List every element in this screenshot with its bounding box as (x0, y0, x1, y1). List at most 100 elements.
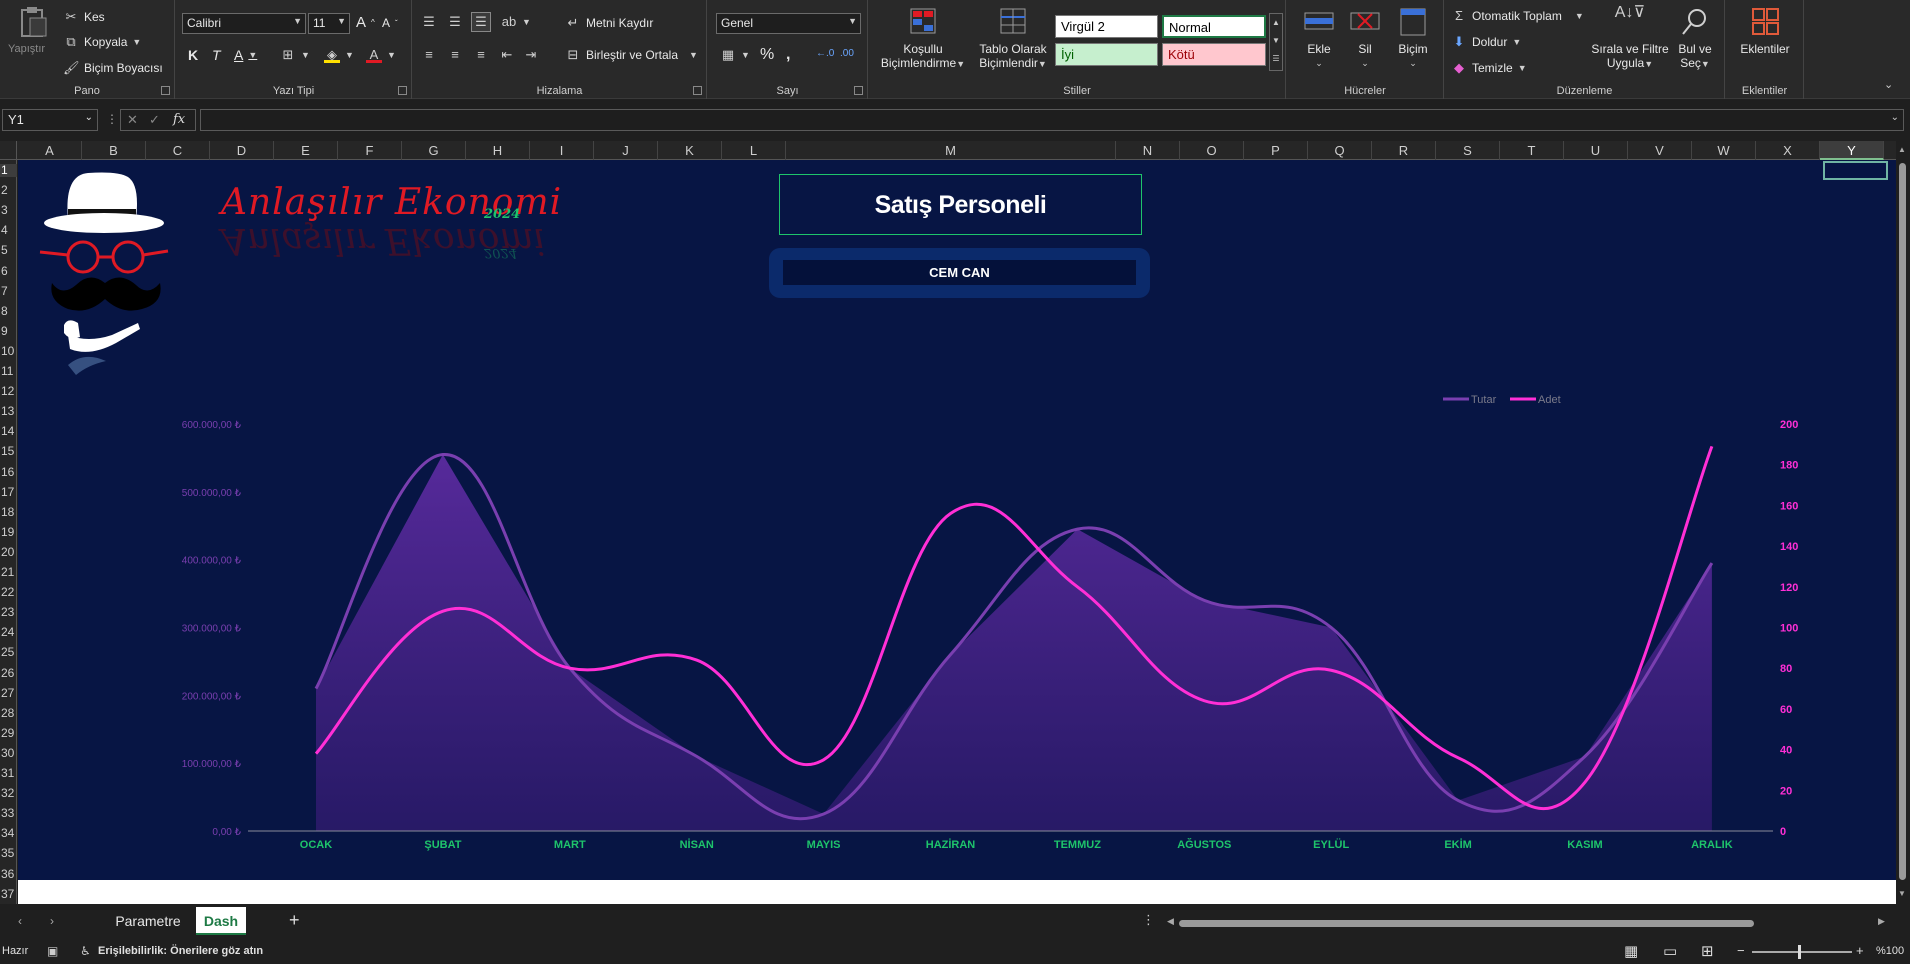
row-header-7[interactable]: 7 (0, 285, 17, 298)
alignment-launcher-icon[interactable] (693, 86, 702, 95)
decrease-decimal-button[interactable]: .00 (840, 48, 854, 59)
comma-button[interactable]: , (786, 46, 790, 64)
addins-button[interactable]: Eklentiler (1730, 6, 1800, 56)
row-header-16[interactable]: 16 (0, 466, 17, 479)
number-format-select[interactable]: Genel ▼ (716, 13, 861, 34)
row-header-20[interactable]: 20 (0, 546, 17, 559)
row-header-13[interactable]: 13 (0, 405, 17, 418)
copy-button[interactable]: ⧉ Kopyala ▼ (63, 34, 141, 50)
align-left-button[interactable]: ≡ (421, 47, 437, 63)
vertical-scrollbar[interactable]: ▲ ▼ (1896, 141, 1910, 904)
row-header-30[interactable]: 30 (0, 747, 17, 760)
conditional-formatting-button[interactable]: Koşullu Biçimlendirme▼ (879, 6, 967, 71)
increase-decimal-button[interactable]: ←.0 (816, 48, 834, 59)
chevron-left-icon[interactable]: ◀ (1167, 916, 1174, 927)
column-header-m[interactable]: M (786, 141, 1116, 160)
align-bottom-button[interactable]: ☰ (471, 12, 491, 32)
column-header-u[interactable]: U (1564, 141, 1628, 160)
cut-button[interactable]: ✂ Kes (63, 9, 105, 25)
row-header-28[interactable]: 28 (0, 707, 17, 720)
vertical-scroll-thumb[interactable] (1899, 163, 1906, 880)
style-comma2[interactable]: Virgül 2 (1055, 15, 1158, 38)
row-header-31[interactable]: 31 (0, 767, 17, 780)
zoom-slider-thumb[interactable] (1798, 945, 1801, 959)
align-middle-button[interactable]: ☰ (447, 14, 463, 30)
orientation-button[interactable]: ab ▼ (501, 14, 531, 30)
page-layout-icon[interactable]: ▭ (1663, 942, 1677, 960)
row-header-36[interactable]: 36 (0, 868, 17, 881)
column-header-h[interactable]: H (466, 141, 530, 160)
zoom-level[interactable]: %100 (1876, 945, 1904, 957)
delete-button[interactable]: Sil ⌄ (1345, 6, 1385, 70)
row-header-27[interactable]: 27 (0, 687, 17, 700)
accessibility-status[interactable]: Erişilebilirlik: Önerilere göz atın (98, 945, 263, 957)
align-center-button[interactable]: ≡ (447, 47, 463, 63)
zoom-in-icon[interactable]: + (1856, 943, 1864, 958)
column-header-o[interactable]: O (1180, 141, 1244, 160)
underline-button[interactable]: A ▼ (234, 47, 257, 63)
align-top-button[interactable]: ☰ (421, 14, 437, 30)
row-header-11[interactable]: 11 (0, 365, 17, 378)
zoom-slider[interactable] (1752, 945, 1852, 959)
row-header-24[interactable]: 24 (0, 626, 17, 639)
font-launcher-icon[interactable] (398, 86, 407, 95)
column-header-c[interactable]: C (146, 141, 210, 160)
prev-sheet-icon[interactable]: ‹ (18, 914, 22, 928)
accounting-button[interactable]: ▦ ▼ (720, 47, 750, 63)
select-all-corner[interactable] (0, 141, 17, 160)
column-header-v[interactable]: V (1628, 141, 1692, 160)
chevron-down-icon[interactable]: ▼ (1898, 889, 1906, 898)
styles-scroll[interactable]: ▲ ▼ ☰ (1269, 13, 1283, 71)
fill-button[interactable]: ⬇ Doldur ▼ (1451, 34, 1522, 50)
row-header-26[interactable]: 26 (0, 667, 17, 680)
column-header-a[interactable]: A (18, 141, 82, 160)
row-header-25[interactable]: 25 (0, 646, 17, 659)
format-button[interactable]: Biçim ⌄ (1391, 6, 1435, 70)
column-header-q[interactable]: Q (1308, 141, 1372, 160)
insert-button[interactable]: Ekle ⌄ (1299, 6, 1339, 70)
macro-record-icon[interactable]: ▣ (47, 944, 58, 958)
chevron-up-icon[interactable]: ▲ (1898, 145, 1906, 154)
clear-button[interactable]: ◆ Temizle ▼ (1451, 60, 1527, 76)
name-box[interactable]: Y1 ⌄ (2, 109, 98, 131)
format-as-table-button[interactable]: Tablo Olarak Biçimlendir▼ (973, 6, 1053, 71)
normal-view-icon[interactable]: ▦ (1624, 942, 1638, 960)
row-header-17[interactable]: 17 (0, 486, 17, 499)
percent-button[interactable]: % (760, 46, 774, 64)
selected-cell[interactable] (1823, 161, 1888, 180)
column-header-s[interactable]: S (1436, 141, 1500, 160)
column-header-l[interactable]: L (722, 141, 786, 160)
row-header-5[interactable]: 5 (0, 244, 17, 257)
row-header-15[interactable]: 15 (0, 445, 17, 458)
row-header-6[interactable]: 6 (0, 265, 17, 278)
shrink-font-button[interactable]: Aˇ (382, 16, 398, 30)
wrap-text-button[interactable]: ↵ Metni Kaydır (565, 15, 654, 31)
number-launcher-icon[interactable] (854, 86, 863, 95)
column-header-w[interactable]: W (1692, 141, 1756, 160)
increase-indent-button[interactable]: ⇥ (523, 47, 539, 63)
row-header-33[interactable]: 33 (0, 807, 17, 820)
function-icon[interactable]: fx (173, 112, 185, 127)
decrease-indent-button[interactable]: ⇤ (499, 47, 515, 63)
column-header-f[interactable]: F (338, 141, 402, 160)
add-sheet-icon[interactable]: + (289, 910, 300, 931)
row-header-1[interactable]: 1 (0, 164, 17, 177)
row-header-35[interactable]: 35 (0, 847, 17, 860)
chevron-right-icon[interactable]: ▶ (1878, 916, 1885, 927)
style-bad[interactable]: Kötü (1162, 43, 1266, 66)
font-size-select[interactable]: 11 ▼ (308, 13, 350, 34)
horizontal-scrollbar[interactable]: ◀ ▶ (1167, 916, 1885, 928)
column-header-e[interactable]: E (274, 141, 338, 160)
column-header-y[interactable]: Y (1820, 141, 1884, 160)
more-icon[interactable]: ⋮ (106, 112, 118, 126)
row-header-37[interactable]: 37 (0, 888, 17, 901)
column-header-d[interactable]: D (210, 141, 274, 160)
font-name-select[interactable]: Calibri ▼ (182, 13, 306, 34)
grow-font-button[interactable]: A ^ (356, 14, 375, 31)
worksheet-grid[interactable]: Anlaşılır Ekonomi 2024 Anlaşılır Ekonomi… (18, 160, 1896, 904)
borders-button[interactable]: ⊞ ▼ (280, 47, 310, 63)
style-good[interactable]: İyi (1055, 43, 1158, 66)
row-header-12[interactable]: 12 (0, 385, 17, 398)
column-header-k[interactable]: K (658, 141, 722, 160)
row-header-18[interactable]: 18 (0, 506, 17, 519)
